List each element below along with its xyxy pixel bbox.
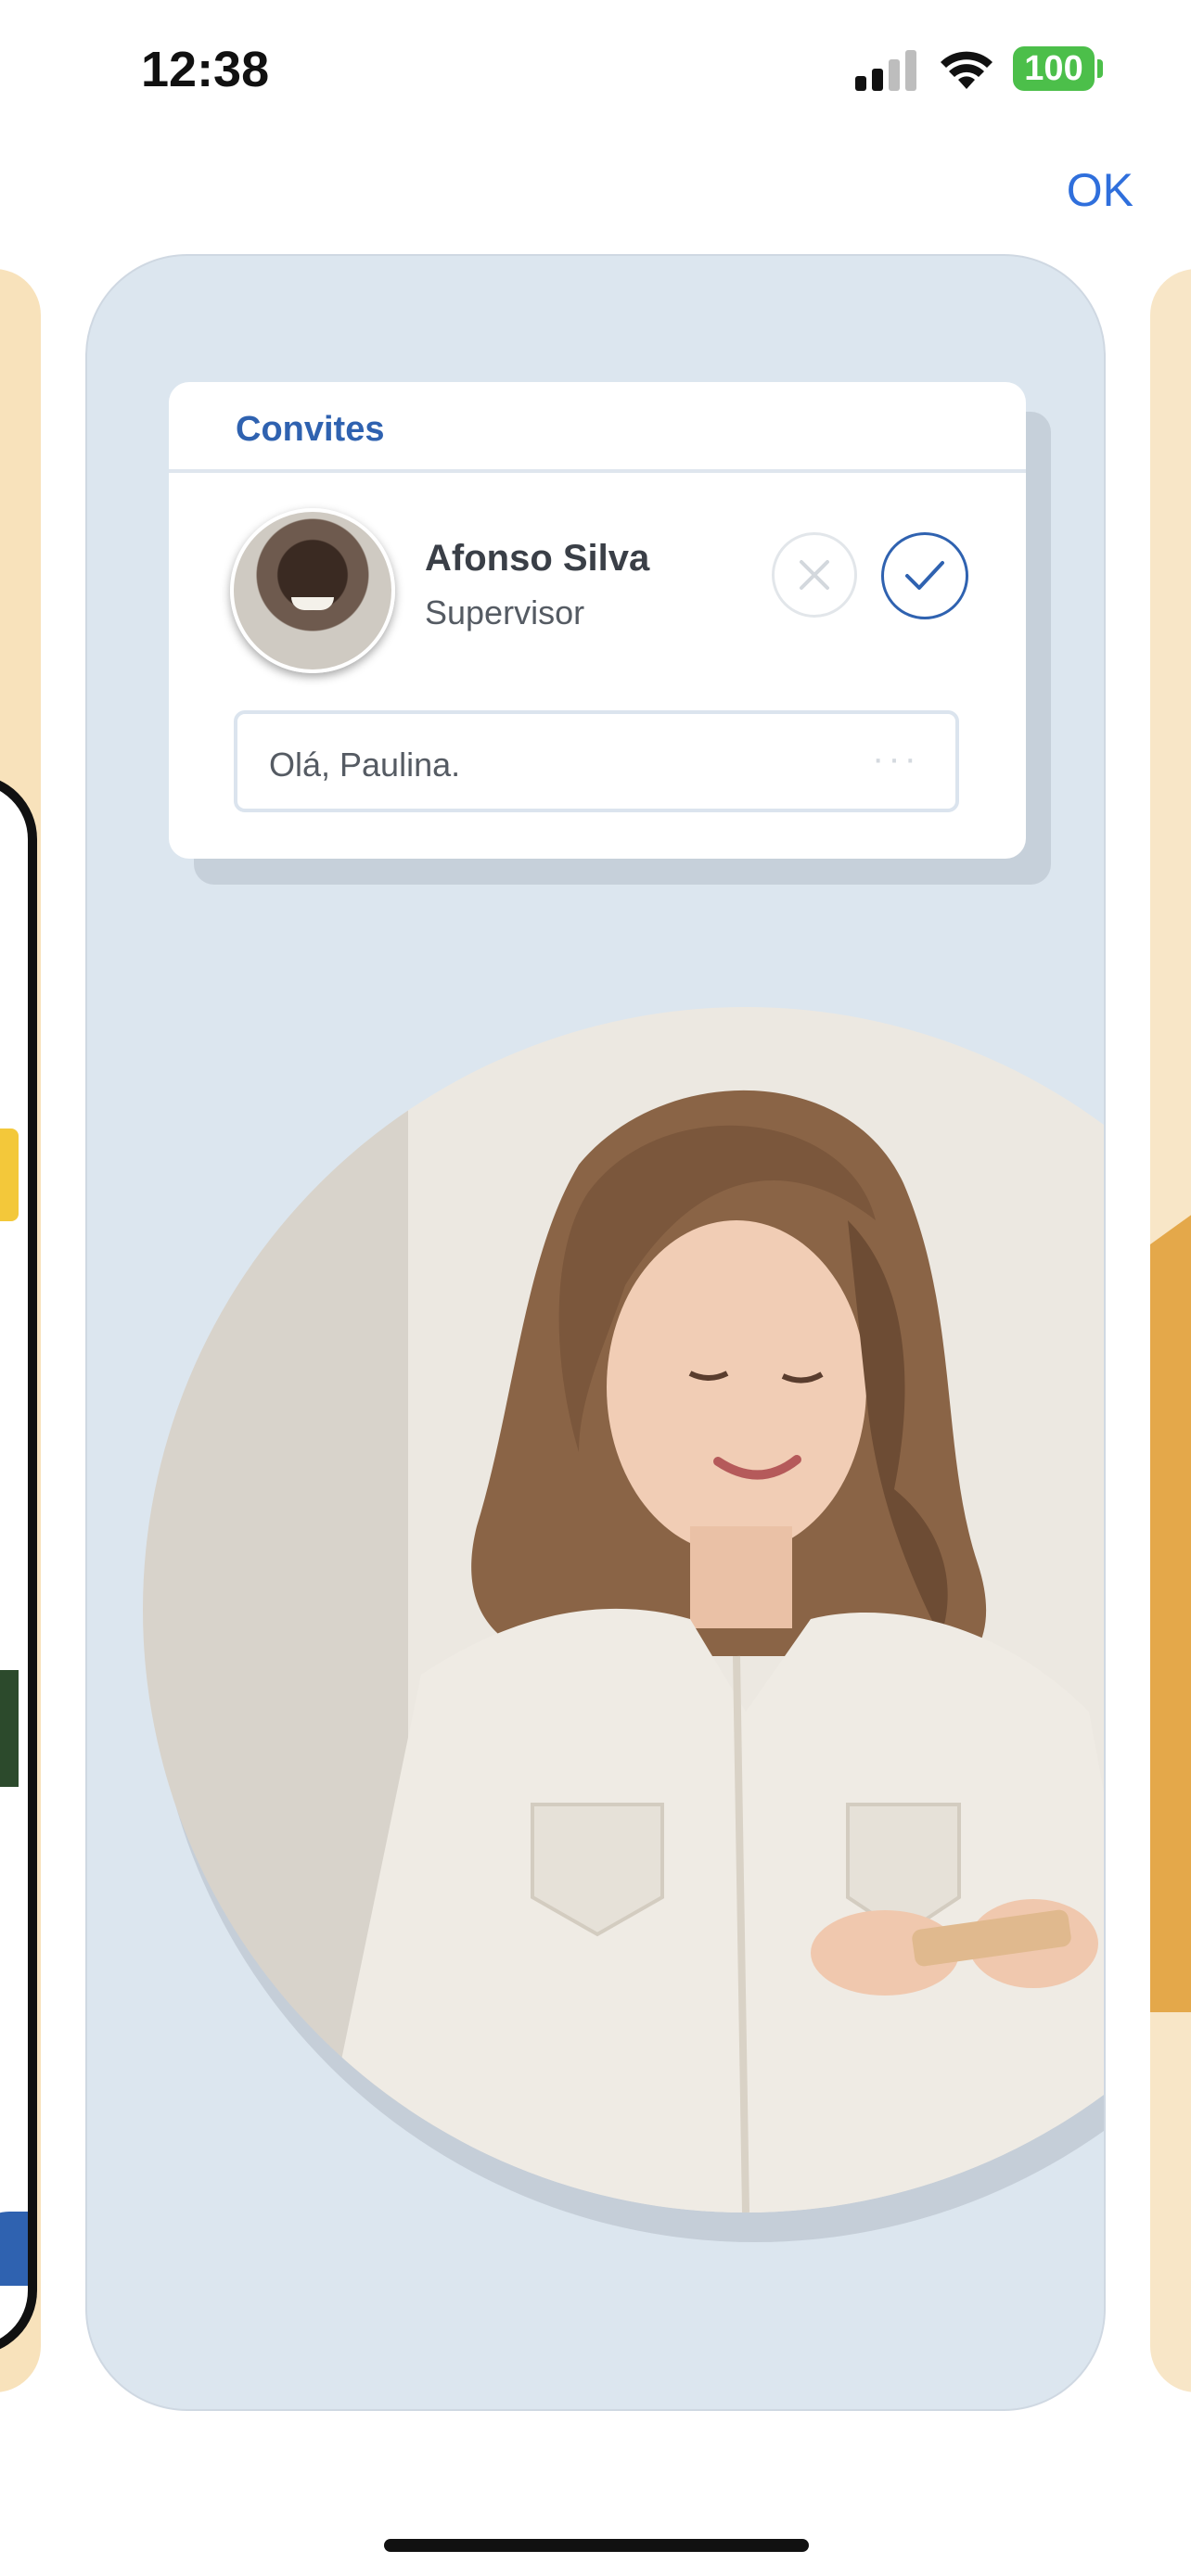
invite-card: Convites Afonso Silva Supervisor Olá, Pa… — [169, 382, 1026, 859]
next-card-peek[interactable] — [1150, 269, 1191, 2392]
hero-photo — [143, 1007, 1104, 2213]
onboarding-card: Convites Afonso Silva Supervisor Olá, Pa… — [85, 254, 1106, 2411]
avatar-smile — [291, 597, 334, 610]
wifi-icon — [941, 51, 992, 89]
avatar — [230, 508, 395, 673]
person-name: Afonso Silva — [425, 538, 650, 579]
battery-icon: 100 — [1013, 46, 1095, 91]
previous-card-peek[interactable] — [0, 269, 41, 2392]
check-icon — [905, 561, 944, 590]
woman-with-phone-illustration — [310, 1090, 1104, 2213]
phone-mockup-edge — [0, 774, 37, 2355]
decline-button[interactable] — [772, 532, 857, 618]
home-indicator[interactable] — [384, 2539, 809, 2552]
more-dots-icon: ··· — [872, 738, 920, 779]
battery-cap — [1097, 59, 1103, 78]
accept-button[interactable] — [881, 532, 968, 619]
battery-level: 100 — [1024, 48, 1083, 88]
invite-title: Convites — [236, 410, 385, 449]
person-role: Supervisor — [425, 593, 585, 631]
message-field[interactable]: Olá, Paulina. ··· — [234, 710, 959, 812]
message-text: Olá, Paulina. — [269, 746, 461, 784]
close-icon — [800, 560, 829, 590]
next-card-artwork — [1150, 1178, 1191, 2012]
status-time: 12:38 — [141, 42, 270, 97]
divider — [169, 469, 1026, 473]
cellular-signal-icon — [855, 46, 920, 91]
ok-button[interactable]: OK — [1067, 163, 1133, 217]
